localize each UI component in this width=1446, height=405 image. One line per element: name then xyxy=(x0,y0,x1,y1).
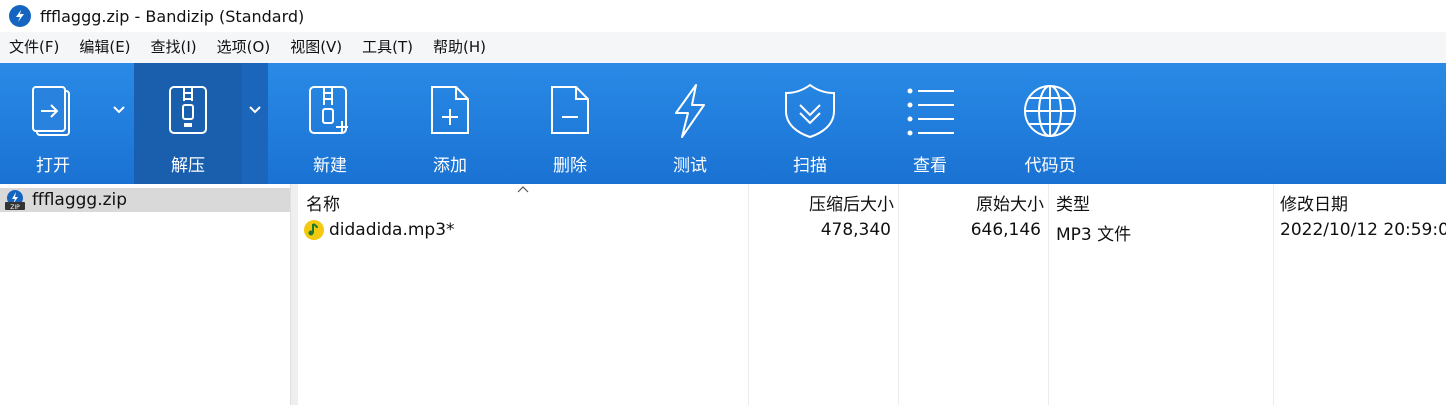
list-icon xyxy=(907,88,954,136)
new-archive-label: 新建 xyxy=(313,156,347,176)
menu-find[interactable]: 查找(I) xyxy=(141,32,207,63)
menu-help[interactable]: 帮助(H) xyxy=(423,32,496,63)
menu-file[interactable]: 文件(F) xyxy=(0,32,69,63)
codepage-label: 代码页 xyxy=(1024,156,1076,176)
test-label: 测试 xyxy=(673,156,707,176)
sort-ascending-icon xyxy=(517,186,529,193)
column-header-original-size[interactable]: 原始大小 xyxy=(898,190,1044,215)
toolbar: 打开 解压 新建 添加 删除 测试 扫描 查看 代码页 xyxy=(0,63,1446,184)
column-header-type[interactable]: 类型 xyxy=(1056,190,1090,215)
tree-item-archive[interactable]: ZIP ffflaggg.zip xyxy=(0,188,290,212)
menu-bar: 文件(F) 编辑(E) 查找(I) 选项(O) 视图(V) 工具(T) 帮助(H… xyxy=(0,32,1446,63)
delete-button[interactable]: 删除 xyxy=(510,63,630,184)
file-compressed-size: 478,340 xyxy=(820,220,891,240)
file-type: MP3 文件 xyxy=(1056,225,1132,245)
file-list: 名称 压缩后大小 原始大小 类型 修改日期 didadida.mp3* 478,… xyxy=(298,184,1446,405)
file-name: didadida.mp3* xyxy=(329,220,455,240)
tree-item-label: ffflaggg.zip xyxy=(32,190,128,210)
file-modified-date: 2022/10/12 20:59:0 xyxy=(1280,220,1446,240)
globe-icon xyxy=(1024,85,1076,137)
extract-label: 解压 xyxy=(171,156,205,176)
add-button[interactable]: 添加 xyxy=(390,63,510,184)
extract-button[interactable]: 解压 xyxy=(134,63,242,184)
new-archive-button[interactable]: 新建 xyxy=(270,63,390,184)
chevron-down-icon xyxy=(113,106,125,114)
column-divider[interactable] xyxy=(1273,184,1274,405)
menu-edit[interactable]: 编辑(E) xyxy=(69,32,140,63)
bandizip-app-icon xyxy=(9,5,31,27)
open-button[interactable]: 打开 xyxy=(0,63,106,184)
column-divider[interactable] xyxy=(748,184,749,405)
delete-file-icon xyxy=(551,86,589,134)
svg-text:ZIP: ZIP xyxy=(10,204,20,211)
new-archive-icon xyxy=(309,86,348,134)
open-dropdown[interactable] xyxy=(106,63,132,184)
lightning-icon xyxy=(675,84,705,138)
scan-label: 扫描 xyxy=(793,156,827,176)
music-file-icon xyxy=(304,220,324,240)
column-divider[interactable] xyxy=(898,184,899,405)
shield-icon xyxy=(785,83,835,139)
window-title: ffflaggg.zip - Bandizip (Standard) xyxy=(40,6,305,26)
scan-button[interactable]: 扫描 xyxy=(750,63,870,184)
menu-options[interactable]: 选项(O) xyxy=(207,32,281,63)
test-button[interactable]: 测试 xyxy=(630,63,750,184)
extract-icon xyxy=(169,86,207,134)
menu-tools[interactable]: 工具(T) xyxy=(352,32,423,63)
folder-tree: ZIP ffflaggg.zip xyxy=(0,184,290,405)
add-file-icon xyxy=(431,86,469,134)
open-label: 打开 xyxy=(36,156,70,176)
chevron-down-icon xyxy=(249,106,261,114)
codepage-button[interactable]: 代码页 xyxy=(990,63,1110,184)
column-divider[interactable] xyxy=(1048,184,1049,405)
column-header-name[interactable]: 名称 xyxy=(306,190,340,215)
open-icon xyxy=(32,86,70,136)
column-header-modified[interactable]: 修改日期 xyxy=(1280,190,1348,215)
delete-label: 删除 xyxy=(553,156,587,176)
view-button[interactable]: 查看 xyxy=(870,63,990,184)
menu-view[interactable]: 视图(V) xyxy=(280,32,352,63)
title-bar: ffflaggg.zip - Bandizip (Standard) xyxy=(0,0,1446,32)
pane-splitter[interactable] xyxy=(290,184,298,405)
view-label: 查看 xyxy=(913,156,947,176)
file-original-size: 646,146 xyxy=(970,220,1041,240)
column-header-compressed-size[interactable]: 压缩后大小 xyxy=(748,190,894,215)
add-label: 添加 xyxy=(433,156,467,176)
zip-archive-icon: ZIP xyxy=(4,189,26,211)
extract-dropdown[interactable] xyxy=(242,63,268,184)
